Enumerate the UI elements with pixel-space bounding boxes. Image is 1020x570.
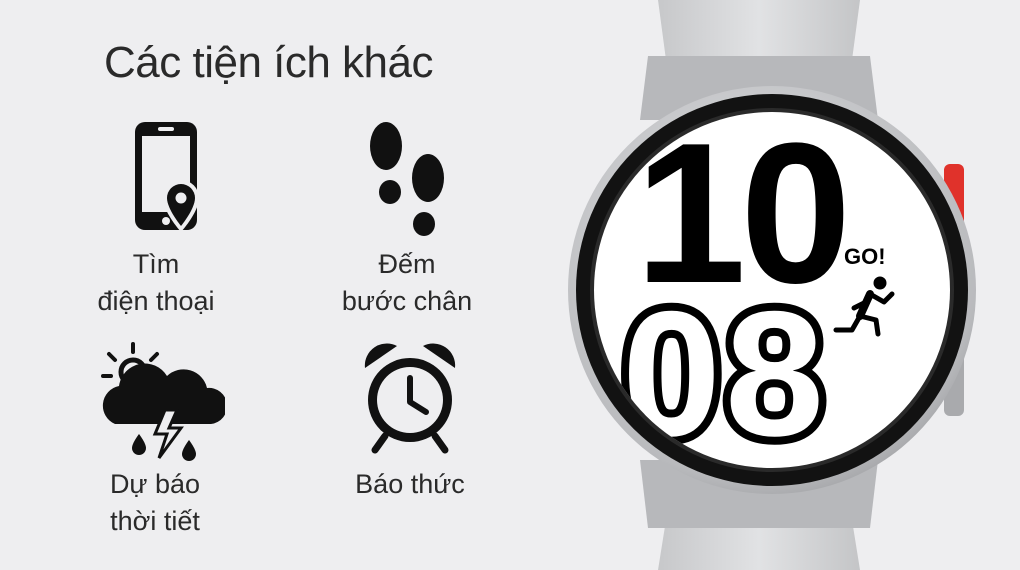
feature-find-phone: Tìm điện thoại [76,118,236,320]
weather-storm-icon [101,342,225,461]
smartwatch-image: 10 08 GO! [568,0,976,570]
feature-label: Tìm điện thoại [97,249,215,316]
feature-label: Đếm bước chân [341,249,473,316]
feature-weather-forecast: Dự báo thời tiết [60,338,250,540]
strap-top [658,0,860,60]
feature-alarm: Báo thức [330,338,490,503]
alarm-clock-icon [364,343,456,454]
go-badge: GO! [844,244,886,269]
feature-step-counter: Đếm bước chân [322,118,492,320]
phone-location-icon [135,122,199,232]
feature-label: Báo thức [355,469,465,499]
feature-label: Dự báo thời tiết [109,469,201,536]
footsteps-icon [370,122,444,236]
page-title: Các tiện ích khác [104,38,434,87]
